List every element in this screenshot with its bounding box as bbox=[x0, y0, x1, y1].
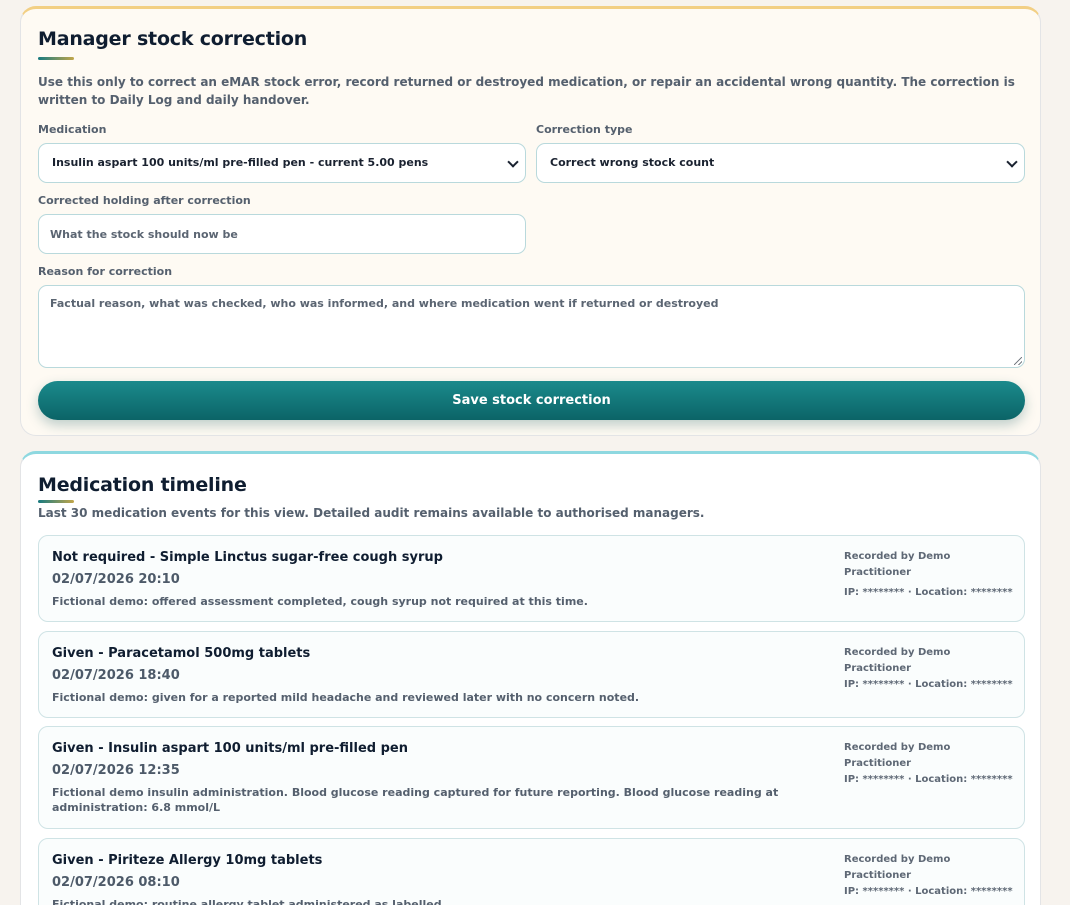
medication-select[interactable]: Insulin aspart 100 units/ml pre-filled p… bbox=[38, 143, 526, 183]
medication-timeline-title: Medication timeline bbox=[38, 474, 247, 496]
event-recorded-by: Recorded by Demo Practitioner bbox=[844, 551, 951, 578]
event-recorded-by: Recorded by Demo Practitioner bbox=[844, 647, 951, 674]
timeline-event: Given - Paracetamol 500mg tablets 02/07/… bbox=[38, 631, 1025, 718]
timeline-event: Given - Insulin aspart 100 units/ml pre-… bbox=[38, 726, 1025, 829]
medication-timeline-card: Medication timeline Last 30 medication e… bbox=[20, 451, 1041, 905]
event-datetime: 02/07/2026 18:40 bbox=[52, 668, 180, 683]
corrected-holding-label: Corrected holding after correction bbox=[38, 194, 251, 207]
event-meta: Recorded by Demo Practitioner IP: ******… bbox=[844, 852, 1016, 900]
resize-handle[interactable] bbox=[1014, 357, 1022, 365]
event-datetime: 02/07/2026 12:35 bbox=[52, 763, 180, 778]
event-meta: Recorded by Demo Practitioner IP: ******… bbox=[844, 645, 1016, 693]
save-stock-correction-button[interactable]: Save stock correction bbox=[38, 381, 1025, 420]
event-note: Fictional demo insulin administration. B… bbox=[52, 786, 779, 814]
medication-select-value: Insulin aspart 100 units/ml pre-filled p… bbox=[52, 156, 429, 169]
title-underline bbox=[38, 500, 74, 503]
event-note: Fictional demo: offered assessment compl… bbox=[52, 595, 588, 608]
timeline-event: Not required - Simple Linctus sugar-free… bbox=[38, 535, 1025, 622]
stock-correction-intro: Use this only to correct an eMAR stock e… bbox=[38, 75, 1015, 107]
correction-type-select-value: Correct wrong stock count bbox=[550, 156, 715, 169]
event-ip-location: IP: ******** · Location: ******** bbox=[844, 587, 1013, 598]
correction-type-select[interactable]: Correct wrong stock count bbox=[536, 143, 1025, 183]
correction-type-label: Correction type bbox=[536, 123, 633, 136]
event-ip-location: IP: ******** · Location: ******** bbox=[844, 679, 1013, 690]
event-ip-location: IP: ******** · Location: ******** bbox=[844, 886, 1013, 897]
corrected-holding-input[interactable] bbox=[38, 214, 526, 254]
timeline-event: Given - Piriteze Allergy 10mg tablets 02… bbox=[38, 838, 1025, 905]
medication-label: Medication bbox=[38, 123, 107, 136]
event-datetime: 02/07/2026 08:10 bbox=[52, 875, 180, 890]
event-title: Given - Piriteze Allergy 10mg tablets bbox=[52, 853, 323, 868]
event-title: Given - Insulin aspart 100 units/ml pre-… bbox=[52, 741, 408, 756]
event-recorded-by: Recorded by Demo Practitioner bbox=[844, 854, 951, 881]
reason-label: Reason for correction bbox=[38, 265, 173, 278]
chevron-down-icon bbox=[1006, 156, 1018, 168]
event-ip-location: IP: ******** · Location: ******** bbox=[844, 774, 1013, 785]
stock-correction-card: Manager stock correction Use this only t… bbox=[20, 6, 1041, 436]
stock-correction-title: Manager stock correction bbox=[38, 28, 308, 50]
reason-textarea[interactable] bbox=[38, 285, 1025, 368]
title-underline bbox=[38, 57, 74, 60]
medication-timeline-subtitle: Last 30 medication events for this view.… bbox=[38, 506, 705, 520]
event-note: Fictional demo: given for a reported mil… bbox=[52, 691, 640, 704]
event-meta: Recorded by Demo Practitioner IP: ******… bbox=[844, 740, 1013, 788]
event-title: Not required - Simple Linctus sugar-free… bbox=[52, 550, 443, 565]
event-meta: Recorded by Demo Practitioner IP: ******… bbox=[844, 549, 1016, 601]
event-recorded-by: Recorded by Demo Practitioner bbox=[844, 742, 951, 769]
chevron-down-icon bbox=[507, 156, 519, 168]
event-datetime: 02/07/2026 20:10 bbox=[52, 572, 180, 587]
event-title: Given - Paracetamol 500mg tablets bbox=[52, 646, 311, 661]
event-note: Fictional demo: routine allergy tablet a… bbox=[52, 898, 446, 905]
